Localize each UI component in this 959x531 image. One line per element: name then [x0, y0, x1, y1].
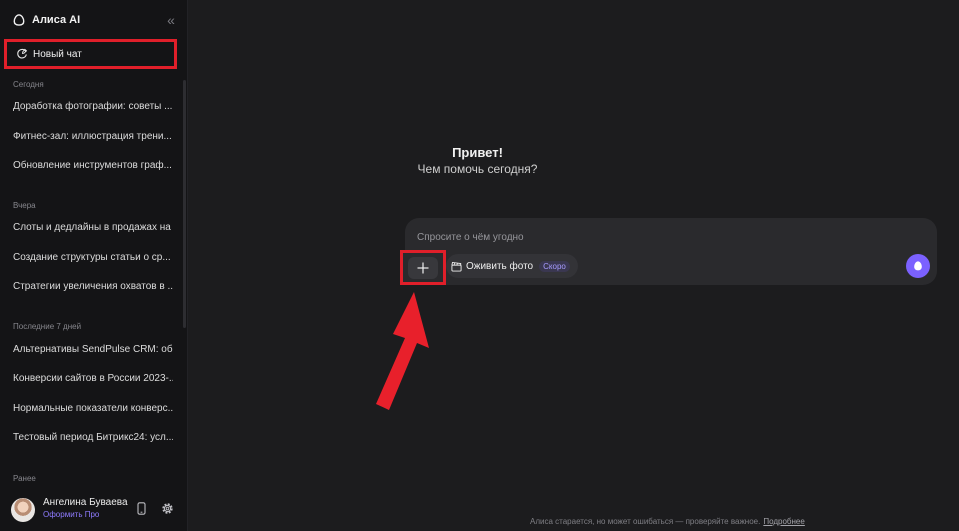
alice-send-icon [914, 261, 922, 271]
new-chat-label: Новый чат [33, 48, 82, 60]
chat-input[interactable] [417, 229, 837, 245]
phone-icon[interactable] [137, 502, 146, 515]
chat-item[interactable]: Нормальные показатели конверс... [13, 401, 173, 417]
upgrade-pro-link[interactable]: Оформить Про [43, 510, 99, 519]
chat-item[interactable]: Слоты и дедлайны в продажах на ... [13, 220, 173, 236]
animate-photo-chip[interactable]: Оживить фото Скоро [446, 254, 578, 278]
new-chat-button[interactable]: Новый чат [4, 39, 177, 69]
user-bar: Ангелина Буваева Оформить Про [0, 492, 188, 531]
sidebar-scrollbar[interactable] [183, 80, 186, 328]
user-name: Ангелина Буваева [43, 497, 128, 508]
send-button[interactable] [906, 254, 930, 278]
footer-more-link[interactable]: Подробнее [763, 517, 805, 526]
chat-item[interactable]: Альтернативы SendPulse CRM: об... [13, 342, 173, 358]
new-chat-icon [17, 48, 28, 59]
footer-text: Алиса старается, но может ошибаться — пр… [530, 517, 761, 526]
animate-photo-label: Оживить фото [466, 260, 534, 272]
collapse-sidebar-button[interactable]: « [163, 12, 179, 28]
section-title-today: Сегодня [13, 80, 44, 89]
clapperboard-icon [451, 261, 462, 272]
chat-item[interactable]: Тестовый период Битрикс24: усл... [13, 430, 173, 446]
footer-disclaimer: Алиса старается, но может ошибаться — пр… [530, 517, 805, 526]
avatar[interactable] [11, 498, 35, 522]
chevrons-left-icon: « [167, 12, 175, 28]
sidebar: Алиса AI « Новый чат Сегодня Доработка ф… [0, 0, 188, 531]
chat-item[interactable]: Стратегии увеличения охватов в ... [13, 279, 173, 295]
section-title-earlier: Ранее [13, 474, 36, 483]
gear-icon[interactable] [161, 502, 174, 515]
brand[interactable]: Алиса AI [12, 11, 80, 29]
attach-button-inner [408, 256, 438, 279]
section-title-yesterday: Вчера [13, 201, 36, 210]
section-title-last-7-days: Последние 7 дней [13, 322, 82, 331]
coming-soon-badge: Скоро [539, 260, 570, 272]
chat-item[interactable]: Доработка фотографии: советы ... [13, 99, 173, 115]
brand-name: Алиса AI [32, 14, 81, 26]
chat-item[interactable]: Фитнес-зал: иллюстрация трени... [13, 129, 173, 145]
alice-logo-icon [13, 14, 25, 26]
red-arrow-annotation [376, 292, 429, 410]
chat-item[interactable]: Конверсии сайтов в России 2023-... [13, 371, 173, 387]
greeting-title: Привет! [452, 145, 503, 160]
plus-icon [417, 262, 429, 273]
chat-item[interactable]: Создание структуры статьи о ср... [13, 250, 173, 266]
attach-button[interactable] [400, 250, 446, 285]
greeting-subtitle: Чем помочь сегодня? [417, 162, 538, 176]
